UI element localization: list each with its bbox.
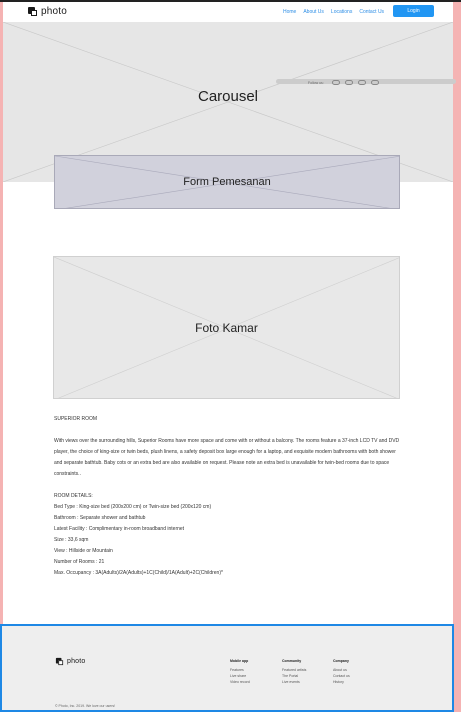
booking-form[interactable]: Form Pemesanan xyxy=(54,155,400,209)
room-detail-max-occupancy: Max. Occupancy : 3A(Adults)/2A(Adults)+1… xyxy=(54,570,223,576)
footer-column-community: Community Featured artists The Portal Li… xyxy=(282,659,306,685)
footer-column-title: Mobile app xyxy=(230,659,249,663)
footer: photo Mobile app Features Live share Vid… xyxy=(0,624,454,712)
copyright-text: © Photo, Inc. 2019. We love our users! xyxy=(55,704,116,708)
booking-form-label: Form Pemesanan xyxy=(183,176,271,188)
footer-link[interactable]: History xyxy=(333,679,350,685)
nav-link-home[interactable]: Home xyxy=(283,9,296,15)
footer-link[interactable]: Live events xyxy=(282,679,306,685)
room-detail-facility: Latest Facility : Complimentary in-room … xyxy=(54,526,185,532)
nav-links: Home About Us Locations Contact Us xyxy=(283,9,391,15)
right-margin-rail xyxy=(453,2,461,712)
logo-text: photo xyxy=(41,6,68,17)
social-icon[interactable] xyxy=(357,80,366,85)
footer-column-title: Company xyxy=(333,659,349,663)
nav-link-about-us[interactable]: About Us xyxy=(303,9,324,15)
room-info: SUPERIOR ROOM With views over the surrou… xyxy=(54,416,404,579)
room-photo: Foto Kamar xyxy=(53,256,400,399)
follow-label: Follow us: xyxy=(308,80,324,85)
footer-column-company: Company About us Contact us History xyxy=(333,659,350,685)
room-description: With views over the surrounding hills, S… xyxy=(54,438,400,477)
nav-link-contact-us[interactable]: Contact Us xyxy=(359,9,384,15)
room-details-heading: ROOM DETAILS: xyxy=(54,493,93,499)
footer-column-mobile-app: Mobile app Features Live share Video rec… xyxy=(230,659,250,685)
footer-logo[interactable]: photo xyxy=(55,657,86,666)
logo-mark-icon xyxy=(55,657,64,666)
logo-mark-icon xyxy=(28,7,37,16)
room-detail-bed-type: Bed Type : King-size bed (200x200 cm) or… xyxy=(54,504,212,510)
room-detail-view: View : Hillside or Mountain xyxy=(54,548,113,554)
carousel-label: Carousel xyxy=(197,88,259,105)
social-icon[interactable] xyxy=(370,80,379,85)
nav-link-locations[interactable]: Locations xyxy=(331,9,352,15)
social-icon[interactable] xyxy=(331,80,340,85)
room-detail-number-of-rooms: Number of Rooms : 21 xyxy=(54,559,105,565)
room-detail-bathroom: Bathroom : Separate shower and bathtub xyxy=(54,515,146,521)
room-photo-label: Foto Kamar xyxy=(195,321,258,335)
login-button[interactable]: Login xyxy=(393,5,434,17)
room-title: SUPERIOR ROOM xyxy=(54,416,98,422)
social-icon[interactable] xyxy=(344,80,353,85)
footer-column-title: Community xyxy=(282,659,302,663)
footer-link[interactable]: Video record xyxy=(230,679,250,685)
room-detail-size: Size : 33,6 sqm xyxy=(54,537,89,543)
social-links: Follow us: xyxy=(308,80,384,85)
footer-logo-text: photo xyxy=(67,658,86,665)
room-details: ROOM DETAILS: Bed Type : King-size bed (… xyxy=(54,491,404,579)
navbar: photo Home About Us Locations Contact Us… xyxy=(3,2,453,22)
logo[interactable]: photo xyxy=(28,6,67,17)
